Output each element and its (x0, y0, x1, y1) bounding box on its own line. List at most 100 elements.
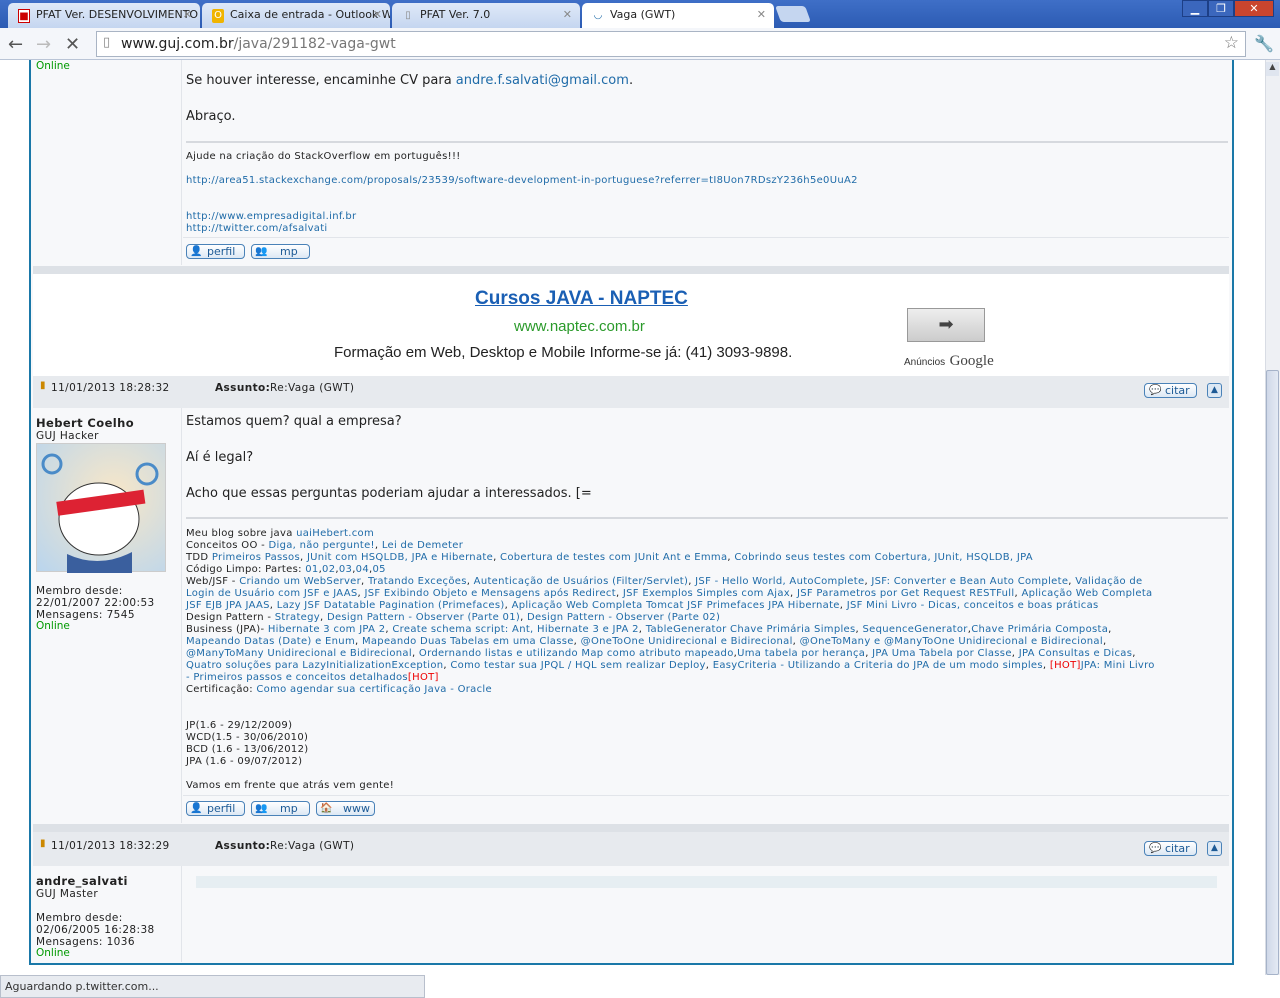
close-window-button[interactable]: ✕ (1234, 0, 1274, 17)
signature-link[interactable]: JUnit com HSQLDB, JPA e Hibernate (307, 552, 493, 563)
signature-link[interactable]: @ManyToMany Unidirecional e Bidirecional (186, 648, 412, 659)
subject-link[interactable]: Re:Vaga (GWT) (270, 840, 354, 852)
signature-link[interactable]: Ordernando listas e utilizando Map como … (419, 648, 734, 659)
signature-link[interactable]: Diga, não pergunte! (269, 540, 375, 551)
signature-link[interactable]: Como agendar sua certificação Java - Ora… (256, 684, 492, 695)
signature-link[interactable]: EasyCriteria - Utilizando a Criteria do … (713, 660, 1043, 671)
signature-link[interactable]: SequenceGenerator (862, 624, 967, 635)
back-to-top-button[interactable]: ▲ (1207, 383, 1222, 398)
signature-link[interactable]: Lei de Demeter (382, 540, 463, 551)
stop-icon[interactable]: ✕ (65, 34, 80, 55)
wrench-icon[interactable]: 🔧 (1254, 34, 1274, 53)
close-tab-icon[interactable]: ✕ (373, 8, 382, 21)
signature-link[interactable]: http://twitter.com/afsalvati (186, 223, 328, 235)
signature-link[interactable]: JSF EJB JPA JAAS (186, 600, 270, 611)
tab-pfat-7[interactable]: ▯ PFAT Ver. 7.0 ✕ (392, 3, 580, 28)
users-icon: 👥 (255, 246, 268, 257)
scroll-up-arrow[interactable]: ▲ (1266, 62, 1279, 76)
signature-link[interactable]: Uma tabela por herança (737, 648, 865, 659)
post-separator (33, 266, 1229, 274)
signature-link[interactable]: uaiHebert.com (296, 528, 374, 539)
signature-link[interactable]: - Primeiros passos e conceitos detalhado… (186, 672, 408, 683)
signature-link[interactable]: JSF: Converter e Bean Auto Complete (871, 576, 1068, 587)
signature-link[interactable]: 01 (305, 564, 318, 575)
signature-text: Código Limpo: Partes: (186, 564, 306, 575)
tab-pfat-dev[interactable]: ■ PFAT Ver. DESENVOLVIMENTO ✕ (8, 3, 200, 28)
signature-link[interactable]: JSF Parametros por Get Request RESTFull (797, 588, 1014, 599)
ads-by-google[interactable]: Anúncios Google (904, 352, 994, 370)
quote-button[interactable]: 💬 citar (1144, 841, 1197, 856)
address-bar[interactable]: ▯ www.guj.com.br/java/291182-vaga-gwt ☆ (96, 31, 1246, 57)
close-tab-icon[interactable]: ✕ (757, 8, 766, 21)
profile-button[interactable]: 👤 perfil (186, 801, 245, 816)
subject-link[interactable]: Re:Vaga (GWT) (270, 382, 354, 394)
signature-link[interactable]: http://area51.stackexchange.com/proposal… (186, 175, 858, 187)
signature-link[interactable]: http://www.empresadigital.inf.br (186, 211, 356, 223)
signature-link[interactable]: JSF Exemplos Simples com Ajax (623, 588, 790, 599)
signature-link[interactable]: @OneToMany e @ManyToOne Unidirecional e … (800, 636, 1103, 647)
scrollbar-thumb[interactable] (1266, 370, 1279, 975)
signature-link[interactable]: Cobrindo seus testes com Cobertura, JUni… (734, 552, 1033, 563)
signature-link[interactable]: 04 (356, 564, 369, 575)
maximize-button[interactable]: ❐ (1208, 0, 1234, 17)
button-label: citar (1165, 384, 1190, 397)
new-tab-button[interactable] (775, 6, 811, 22)
signature-link[interactable]: @OneToOne Unidirecional e Bidirecional (581, 636, 793, 647)
bookmark-star-icon[interactable]: ☆ (1224, 33, 1239, 53)
signature-link[interactable]: JPA Uma Tabela por Classe (872, 648, 1012, 659)
signature-link[interactable]: 03 (339, 564, 352, 575)
post2-header: ▮ 11/01/2013 18:28:32 Assunto: Re:Vaga (… (33, 376, 1229, 408)
signature-text: , (792, 636, 800, 647)
pm-button[interactable]: 👥 mp (251, 244, 310, 259)
author-name[interactable]: andre_salvati (36, 874, 128, 888)
minimize-button[interactable]: ▁ (1182, 0, 1208, 17)
signature-link[interactable]: Create schema script: Ant, Hibernate 3 e… (392, 624, 638, 635)
signature-link[interactable]: Validação de (1075, 576, 1142, 587)
author-name[interactable]: Hebert Coelho (36, 416, 134, 430)
signature-link[interactable]: JPA: Mini Livro (1081, 660, 1155, 671)
signature-link[interactable]: JPA Consultas e Dicas (1019, 648, 1133, 659)
signature-link[interactable]: Mapeando Duas Tabelas em uma Classe (362, 636, 574, 647)
signature-link[interactable]: JSF - Hello World, AutoComplete (695, 576, 864, 587)
signature-link[interactable]: Login de Usuário com JSF e JAAS (186, 588, 358, 599)
close-tab-icon[interactable]: ✕ (563, 8, 572, 21)
ad-url[interactable]: www.naptec.com.br (514, 318, 645, 335)
forward-icon[interactable]: → (36, 34, 51, 55)
signature-link[interactable]: TableGenerator Chave Primária Simples (646, 624, 856, 635)
profile-button[interactable]: 👤 perfil (186, 244, 245, 259)
close-tab-icon[interactable]: ✕ (183, 8, 192, 21)
tab-title: PFAT Ver. 7.0 (420, 8, 491, 21)
signature-link[interactable]: Design Pattern - Observer (Parte 01) (327, 612, 520, 623)
email-link[interactable]: andre.f.salvati@gmail.com (456, 73, 629, 88)
signature-link[interactable]: Cobertura de testes com JUnit Ant e Emma (500, 552, 727, 563)
signature-link[interactable]: JSF Exibindo Objeto e Mensagens após Red… (364, 588, 615, 599)
tab-outlook[interactable]: O Caixa de entrada - Outlook Web ✕ (202, 3, 390, 28)
ad-title-link[interactable]: Cursos JAVA - NAPTEC (475, 288, 688, 310)
signature-link[interactable]: Mapeando Datas (Date) e Enum (186, 636, 355, 647)
signature-link[interactable]: Design Pattern - Observer (Parte 02) (527, 612, 720, 623)
signature-link[interactable]: Chave Primária Composta (971, 624, 1108, 635)
signature-link[interactable]: 02 (322, 564, 335, 575)
signature-link[interactable]: Lazy JSF Datatable Pagination (Primeface… (277, 600, 505, 611)
signature-link[interactable]: Autenticação de Usuários (Filter/Servlet… (474, 576, 689, 587)
signature-link[interactable]: 05 (372, 564, 385, 575)
back-to-top-button[interactable]: ▲ (1207, 841, 1222, 856)
ad-arrow-button[interactable]: ➡ (907, 308, 985, 342)
signature-link[interactable]: Aplicação Web Completa (1021, 588, 1152, 599)
signature-link[interactable]: Como testar sua JPQL / HQL sem realizar … (450, 660, 705, 671)
website-button[interactable]: 🏠 www (316, 801, 375, 816)
signature-link[interactable]: Quatro soluções para LazyInitializationE… (186, 660, 443, 671)
signature-link[interactable]: Aplicação Web Completa Tomcat JSF Primef… (512, 600, 840, 611)
signature-link[interactable]: Strategy (275, 612, 320, 623)
signature-link[interactable]: Criando um WebServer (239, 576, 361, 587)
quote-button[interactable]: 💬 citar (1144, 383, 1197, 398)
pm-button[interactable]: 👥 mp (251, 801, 310, 816)
signature-text: Meu blog sobre java (186, 528, 297, 539)
tab-vaga-gwt[interactable]: ◡ Vaga (GWT) ✕ (582, 3, 774, 28)
signature-link[interactable]: JSF Mini Livro - Dicas, conceitos e boas… (847, 600, 1099, 611)
signature-link[interactable]: Hibernate 3 com JPA 2 (268, 624, 386, 635)
back-icon[interactable]: ← (8, 34, 23, 55)
signature-link[interactable]: Primeiros Passos (212, 552, 300, 563)
signature-link[interactable]: Tratando Exceções (368, 576, 467, 587)
certifications: JP(1.6 - 29/12/2009) WCD(1.5 - 30/06/201… (186, 720, 308, 768)
